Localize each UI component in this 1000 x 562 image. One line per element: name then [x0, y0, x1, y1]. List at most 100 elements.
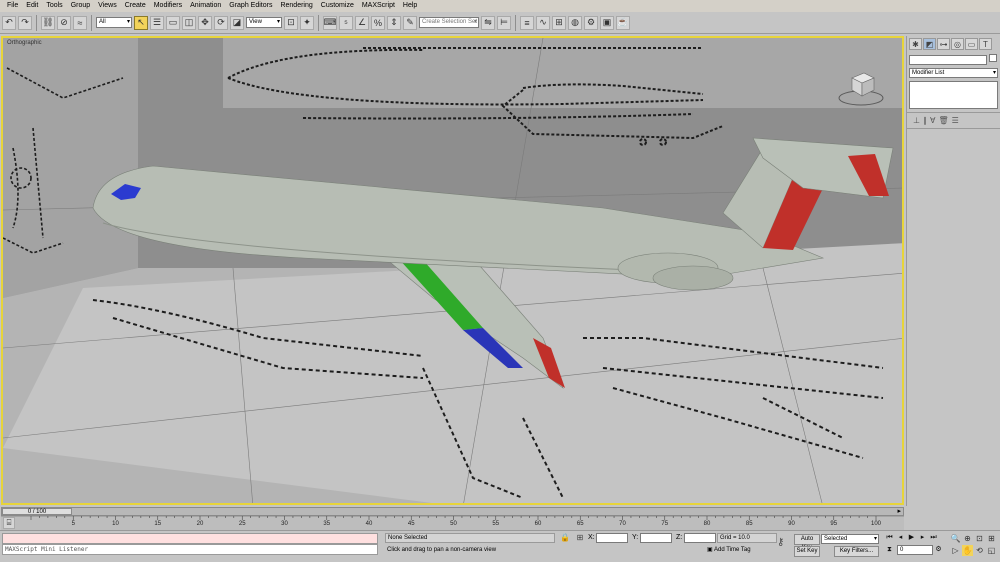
- create-tab-icon[interactable]: ✱: [909, 38, 922, 50]
- absolute-mode-transform-icon[interactable]: ⊞: [575, 533, 585, 543]
- select-and-link-icon[interactable]: ⛓: [41, 15, 55, 30]
- redo-icon[interactable]: ↷: [18, 15, 32, 30]
- schematic-view-icon[interactable]: ⊞: [552, 15, 566, 30]
- key-mode-dropdown[interactable]: Selected ▾: [821, 534, 879, 544]
- rectangular-selection-icon[interactable]: ▭: [166, 15, 180, 30]
- time-configuration-icon[interactable]: ⚙: [934, 545, 943, 555]
- display-tab-icon[interactable]: ▭: [965, 38, 978, 50]
- unlink-selection-icon[interactable]: ⊘: [57, 15, 71, 30]
- track-bar[interactable]: ⌸ 5 10 15 20 25 30 35 40 45 50 55 60 65 70 75 80 85 90 95 1…: [1, 516, 904, 530]
- go-to-end-icon[interactable]: ⏭: [929, 533, 938, 543]
- menu-rendering[interactable]: Rendering: [276, 0, 316, 12]
- named-selection-set-field[interactable]: Create Selection Set ▾: [419, 17, 479, 28]
- maximize-viewport-icon[interactable]: ◱: [986, 545, 997, 556]
- modifier-stack[interactable]: [909, 81, 998, 109]
- keyboard-shortcut-override-icon[interactable]: ⌨: [323, 15, 337, 30]
- snap-toggle-icon[interactable]: ⁵: [339, 15, 353, 30]
- select-and-scale-icon[interactable]: ◪: [230, 15, 244, 30]
- align-icon[interactable]: ⊨: [497, 15, 511, 30]
- menu-modifiers[interactable]: Modifiers: [150, 0, 186, 12]
- next-frame-icon[interactable]: ▸: [918, 533, 927, 543]
- pivot-center-icon[interactable]: ⊡: [284, 15, 298, 30]
- viewport-label[interactable]: Orthographic: [7, 40, 42, 46]
- viewcube-icon[interactable]: [838, 68, 884, 106]
- current-frame-field[interactable]: 0: [897, 545, 933, 555]
- layer-manager-icon[interactable]: ≡: [520, 15, 534, 30]
- set-key-button[interactable]: Set Key: [794, 546, 820, 557]
- scene-render: [3, 38, 902, 503]
- zoom-extents-icon[interactable]: ⊡: [974, 533, 985, 544]
- track-tick-label: 65: [576, 521, 584, 527]
- modifier-list-dropdown[interactable]: Modifier List ▾: [909, 68, 998, 78]
- coord-y-field[interactable]: [640, 533, 672, 543]
- select-by-name-icon[interactable]: ☰: [150, 15, 164, 30]
- key-filters-button[interactable]: Key Filters...: [834, 546, 879, 557]
- coord-x-field[interactable]: [596, 533, 628, 543]
- menu-animation[interactable]: Animation: [186, 0, 225, 12]
- edit-named-selection-icon[interactable]: ✎: [403, 15, 417, 30]
- menu-help[interactable]: Help: [399, 0, 421, 12]
- undo-icon[interactable]: ↶: [2, 15, 16, 30]
- bind-to-space-warp-icon[interactable]: ≈: [73, 15, 87, 30]
- maxscript-listener-input[interactable]: MAXScript Mini Listener: [2, 544, 378, 555]
- menu-tools[interactable]: Tools: [42, 0, 66, 12]
- track-tick-label: 35: [323, 521, 331, 527]
- menu-file[interactable]: File: [3, 0, 22, 12]
- select-and-rotate-icon[interactable]: ⟳: [214, 15, 228, 30]
- zoom-icon[interactable]: 🔍: [950, 533, 961, 544]
- make-unique-icon[interactable]: ∀: [930, 116, 935, 125]
- coord-z-field[interactable]: [684, 533, 716, 543]
- menu-maxscript[interactable]: MAXScript: [358, 0, 399, 12]
- material-editor-icon[interactable]: ◍: [568, 15, 582, 30]
- time-slider[interactable]: 0 / 100 ▸: [1, 507, 904, 516]
- zoom-all-icon[interactable]: ⊕: [962, 533, 973, 544]
- key-mode-toggle-icon[interactable]: ⧗: [885, 545, 894, 555]
- menu-graph-editors[interactable]: Graph Editors: [225, 0, 276, 12]
- object-name-field[interactable]: [909, 55, 987, 65]
- open-mini-curve-editor-icon[interactable]: ⌸: [3, 517, 15, 529]
- render-setup-icon[interactable]: ⚙: [584, 15, 598, 30]
- menu-group[interactable]: Group: [67, 0, 94, 12]
- object-color-swatch[interactable]: [989, 54, 997, 62]
- previous-frame-icon[interactable]: ◂: [896, 533, 905, 543]
- pin-stack-icon[interactable]: ⊥: [913, 116, 920, 125]
- pan-view-icon[interactable]: ✋: [962, 545, 973, 556]
- auto-key-button[interactable]: Auto Key: [794, 534, 820, 551]
- utilities-tab-icon[interactable]: T: [979, 38, 992, 50]
- selection-lock-icon[interactable]: 🔒: [560, 533, 570, 543]
- menu-create[interactable]: Create: [121, 0, 150, 12]
- hierarchy-tab-icon[interactable]: ⊶: [937, 38, 950, 50]
- maxscript-listener-output[interactable]: [2, 533, 378, 544]
- zoom-extents-all-icon[interactable]: ⊞: [986, 533, 997, 544]
- menu-edit[interactable]: Edit: [22, 0, 42, 12]
- mirror-icon[interactable]: ⇋: [481, 15, 495, 30]
- set-key-mode-key-icon[interactable]: ⚷: [777, 537, 784, 548]
- add-time-tag-button[interactable]: ▣ Add Time Tag: [707, 545, 777, 555]
- menu-views[interactable]: Views: [94, 0, 121, 12]
- field-of-view-icon[interactable]: ▷: [950, 545, 961, 556]
- rendered-frame-window-icon[interactable]: ▣: [600, 15, 614, 30]
- select-object-icon[interactable]: ↖: [134, 15, 148, 30]
- selection-filter-dropdown[interactable]: All ▾: [96, 17, 132, 28]
- motion-tab-icon[interactable]: ◎: [951, 38, 964, 50]
- perspective-viewport[interactable]: Orthographic: [1, 36, 904, 505]
- time-slider-thumb[interactable]: 0 / 100: [2, 508, 72, 515]
- go-to-start-icon[interactable]: ⏮: [885, 533, 894, 543]
- reference-coordinate-dropdown[interactable]: View ▾: [246, 17, 282, 28]
- spinner-snap-icon[interactable]: ⇕: [387, 15, 401, 30]
- next-frame-arrow-icon[interactable]: ▸: [897, 507, 901, 515]
- select-and-move-icon[interactable]: ✥: [198, 15, 212, 30]
- modify-tab-icon[interactable]: ◩: [923, 38, 936, 50]
- remove-modifier-icon[interactable]: 🗑: [938, 116, 948, 125]
- render-production-icon[interactable]: ☕: [616, 15, 630, 30]
- orbit-icon[interactable]: ⟲: [974, 545, 985, 556]
- configure-modifier-sets-icon[interactable]: ☰: [952, 116, 959, 125]
- angle-snap-icon[interactable]: ∠: [355, 15, 369, 30]
- select-and-manipulate-icon[interactable]: ✦: [300, 15, 314, 30]
- play-icon[interactable]: ▶: [907, 533, 916, 543]
- curve-editor-icon[interactable]: ∿: [536, 15, 550, 30]
- menu-customize[interactable]: Customize: [317, 0, 358, 12]
- window-crossing-icon[interactable]: ◫: [182, 15, 196, 30]
- show-end-result-icon[interactable]: ∥: [923, 116, 927, 125]
- percent-snap-icon[interactable]: %: [371, 15, 385, 30]
